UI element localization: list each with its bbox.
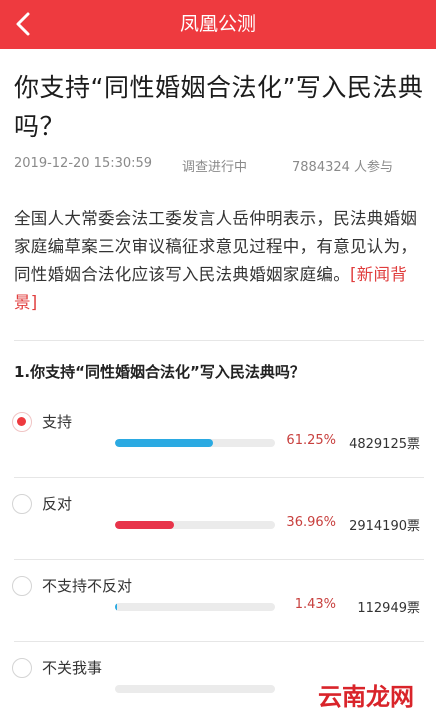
radio-button[interactable] — [12, 494, 32, 514]
result-bar-fill — [115, 603, 118, 611]
radio-button[interactable] — [12, 658, 32, 678]
result-percent: 1.43% — [294, 597, 336, 612]
poll-option[interactable]: 支持 61.25% 4829125票 — [0, 412, 436, 492]
question-title: 你支持“同性婚姻合法化”写入民法典吗？ — [14, 73, 424, 141]
divider — [14, 641, 424, 642]
result-votes: 2914190票 — [349, 519, 420, 534]
publish-date: 2019-12-20 15:30:59 — [14, 156, 153, 171]
survey-status: 调查进行中 — [182, 160, 248, 175]
radio-button[interactable] — [12, 576, 32, 596]
option-label: 支持 — [42, 413, 73, 431]
result-bar-fill — [115, 439, 213, 447]
result-votes: 4829125票 — [349, 437, 420, 452]
poll-question: 1.你支持“同性婚姻合法化”写入民法典吗？ — [14, 363, 305, 381]
question-intro: 全国人大常委会法工委发言人岳仲明表示，民法典婚姻家庭编草案三次审议稿征求意见过程… — [14, 205, 426, 317]
poll-option[interactable]: 反对 36.96% 2914190票 — [0, 494, 436, 574]
participant-count: 7884324 人参与 — [292, 160, 394, 175]
watermark-logo: 云南龙网 — [302, 679, 430, 711]
result-percent: 36.96% — [286, 515, 336, 530]
top-bar: 凤凰公测 — [0, 0, 436, 49]
divider — [14, 559, 424, 560]
result-bar-fill — [115, 521, 175, 529]
result-bar — [115, 439, 275, 447]
watermark-text: 云南龙网 — [318, 683, 414, 711]
divider — [14, 340, 424, 341]
radio-button[interactable] — [12, 412, 32, 432]
divider — [14, 477, 424, 478]
result-bar — [115, 521, 275, 529]
page-title: 凤凰公测 — [179, 13, 256, 35]
poll-option[interactable]: 不支持不反对 1.43% 112949票 — [0, 576, 436, 656]
result-bar — [115, 685, 275, 693]
option-label: 反对 — [42, 495, 73, 513]
option-label: 不支持不反对 — [42, 577, 133, 595]
result-votes: 112949票 — [357, 601, 420, 616]
result-bar — [115, 603, 275, 611]
result-percent: 61.25% — [286, 433, 336, 448]
question-meta: 2019-12-20 15:30:59 调查进行中 7884324 人参与 — [14, 156, 426, 176]
option-label: 不关我事 — [42, 659, 103, 677]
